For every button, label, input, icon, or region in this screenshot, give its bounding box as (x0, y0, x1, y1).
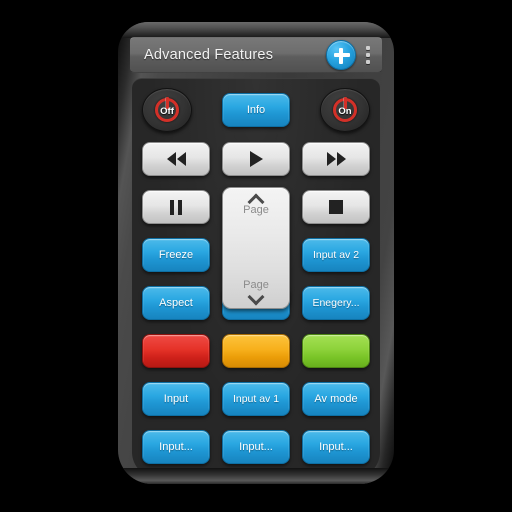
transport-row-2: Page Page (142, 187, 370, 309)
input-button-2b[interactable]: Input... (222, 430, 290, 464)
play-icon (249, 151, 263, 167)
overflow-menu-icon[interactable] (360, 40, 376, 70)
play-button[interactable] (222, 142, 290, 176)
forward-tri (336, 152, 346, 166)
power-on-button[interactable]: On (320, 88, 370, 132)
page-down-button[interactable]: Page (243, 279, 269, 301)
stop-icon (329, 200, 343, 214)
freeze-button[interactable]: Freeze (142, 238, 210, 272)
overflow-dot (366, 53, 370, 57)
power-on-cell: On (302, 88, 370, 132)
stop-button[interactable] (302, 190, 370, 224)
info-cell: Info (222, 93, 290, 127)
input-av-1-button[interactable]: Input av 1 (222, 382, 290, 416)
device-top-bezel (118, 22, 394, 38)
overflow-dot (366, 60, 370, 64)
info-button[interactable]: Info (222, 93, 290, 127)
add-icon[interactable] (326, 40, 356, 70)
pause-button[interactable] (142, 190, 210, 224)
rewind-icon (166, 152, 186, 166)
page-rocker[interactable]: Page Page (222, 187, 290, 309)
pause-bar (178, 199, 182, 215)
pause-icon (170, 199, 182, 215)
input-av-2-button[interactable]: Input av 2 (302, 238, 370, 272)
fast-forward-icon (326, 152, 346, 166)
rewind-button[interactable] (142, 142, 210, 176)
input-button[interactable]: Input (142, 382, 210, 416)
rewind-tri (166, 152, 176, 166)
rewind-tri (176, 152, 186, 166)
av-mode-button[interactable]: Av mode (302, 382, 370, 416)
chevron-down-icon (248, 292, 263, 301)
input-row-2: Input... Input... Input... (142, 427, 370, 467)
power-off-cell: Off (142, 88, 210, 132)
orange-button[interactable] (222, 334, 290, 368)
aspect-button[interactable]: Aspect (142, 286, 210, 320)
energy-button[interactable]: Enegery... (302, 286, 370, 320)
forward-tri (326, 152, 336, 166)
power-row: Off Info On (142, 87, 370, 133)
power-on-label: On (338, 105, 352, 117)
pause-bar (170, 199, 174, 215)
remote-control-device: Advanced Features Off Info On Page Page … (118, 22, 394, 484)
page-up-button[interactable]: Page (243, 195, 269, 217)
power-off-label: Off (160, 105, 174, 117)
power-off-button[interactable]: Off (142, 88, 192, 132)
overflow-dot (366, 46, 370, 50)
input-row: Input Input av 1 Av mode (142, 379, 370, 419)
fast-forward-button[interactable] (302, 142, 370, 176)
green-button[interactable] (302, 334, 370, 368)
power-icon: On (332, 97, 358, 123)
app-title-bar: Advanced Features (130, 37, 382, 73)
device-bottom-bezel (118, 468, 394, 484)
chevron-up-icon (248, 195, 263, 204)
input-button-2c[interactable]: Input... (302, 430, 370, 464)
input-button-2a[interactable]: Input... (142, 430, 210, 464)
page-title: Advanced Features (144, 47, 274, 63)
red-button[interactable] (142, 334, 210, 368)
keypad: Off Info On Page Page Freeze Input av 2 … (132, 78, 380, 478)
screen: Advanced Features Off Info On Page Page … (0, 0, 512, 512)
color-row (142, 331, 370, 371)
power-icon: Off (154, 97, 180, 123)
transport-row (142, 139, 370, 179)
